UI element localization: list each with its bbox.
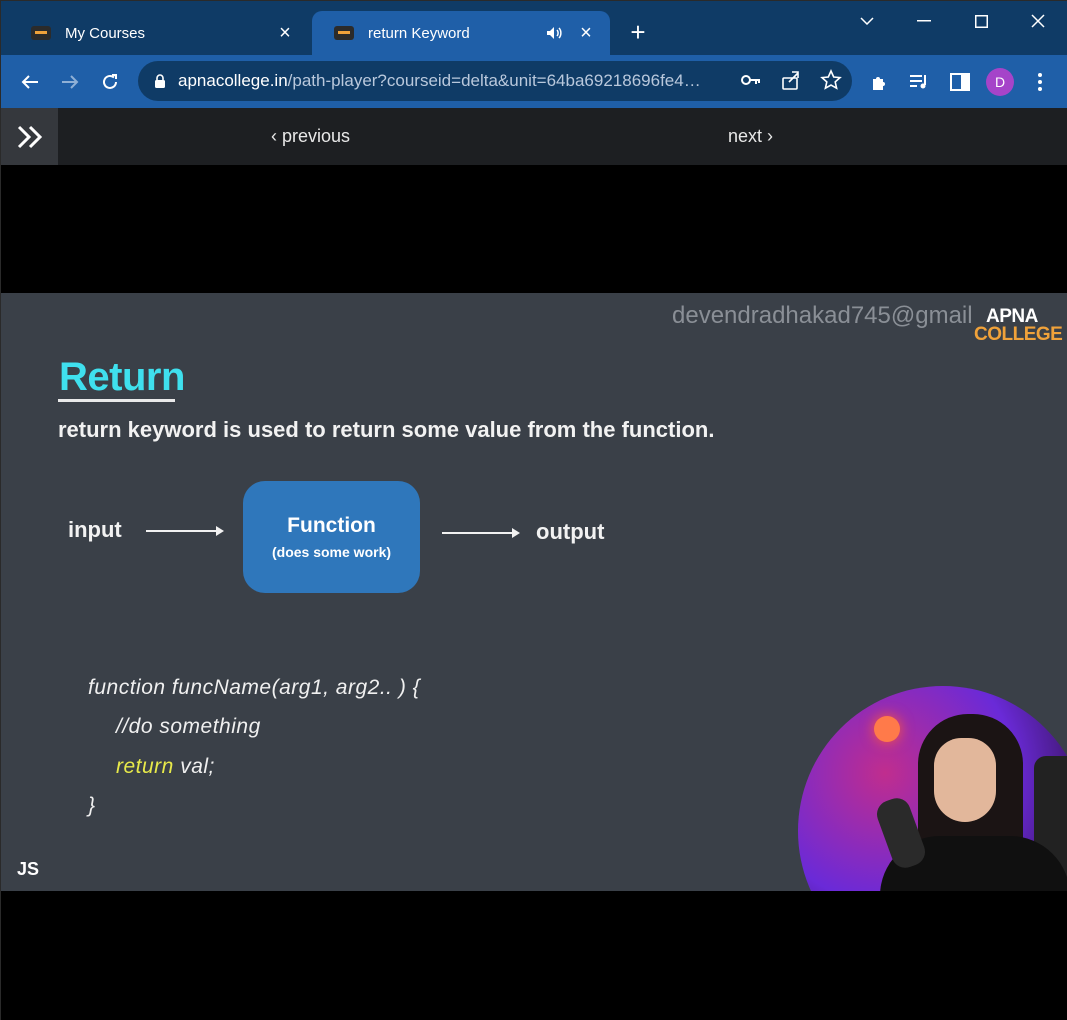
chevron-right-icon: ›: [762, 126, 774, 146]
arrow-right-icon: [442, 528, 520, 538]
tab-title: My Courses: [65, 24, 146, 42]
function-box-title: Function: [287, 514, 376, 537]
sidebar-toggle-button[interactable]: [1, 108, 58, 165]
extensions-puzzle-icon[interactable]: [865, 67, 895, 97]
tab-search-chevron-icon[interactable]: [852, 7, 882, 35]
function-box: Function (does some work): [243, 481, 420, 593]
tab-title: return Keyword: [368, 24, 470, 42]
more-menu-icon[interactable]: [1025, 67, 1055, 97]
forward-arrow-icon[interactable]: [55, 67, 85, 97]
media-controls-icon[interactable]: [905, 67, 935, 97]
function-box-subtitle: (does some work): [271, 544, 392, 560]
profile-avatar[interactable]: D: [986, 68, 1014, 96]
slide-title: Return: [59, 355, 185, 399]
new-tab-button[interactable]: +: [625, 19, 651, 45]
browser-toolbar: apnacollege.in/path-player?courseid=delt…: [1, 55, 1067, 108]
previous-label: previous: [282, 126, 351, 146]
browser-window: My Courses × return Keyword × + apnacoll…: [0, 0, 1067, 1020]
js-tag: JS: [17, 859, 40, 879]
bookmark-star-icon[interactable]: [820, 69, 842, 96]
double-chevron-right-icon: [17, 125, 42, 148]
side-panel-icon[interactable]: [945, 67, 975, 97]
code-value: val;: [173, 755, 215, 778]
previous-link[interactable]: ‹ previous: [271, 126, 350, 147]
code-line-4: }: [88, 794, 96, 817]
maximize-button[interactable]: [966, 7, 996, 35]
tab-strip: My Courses × return Keyword × +: [1, 1, 1067, 55]
instructor-webcam: [798, 686, 1067, 891]
code-keyword: return: [116, 755, 174, 778]
close-icon[interactable]: ×: [275, 22, 295, 44]
diagram-input-label: input: [68, 517, 122, 542]
apna-college-favicon-icon: [334, 26, 354, 40]
reload-icon[interactable]: [95, 67, 125, 97]
url-path: /path-player?courseid=delta&unit=64ba692…: [287, 71, 701, 90]
diagram-output-label: output: [536, 519, 605, 544]
lock-icon[interactable]: [154, 73, 166, 89]
course-navbar: ‹ previous next ›: [1, 108, 1067, 165]
next-link[interactable]: next ›: [728, 126, 773, 147]
code-line-1: function funcName(arg1, arg2.. ) {: [88, 676, 421, 699]
code-line-2: //do something: [116, 715, 261, 738]
apna-college-logo: APNA COLLEGE: [974, 306, 1063, 345]
chevron-left-icon: ‹: [271, 126, 282, 146]
tab-return-keyword[interactable]: return Keyword ×: [312, 11, 610, 55]
email-watermark: devendradhakad745@gmail: [672, 302, 973, 329]
title-underline: [58, 399, 175, 402]
speaker-icon[interactable]: [546, 26, 562, 40]
video-player[interactable]: devendradhakad745@gmail APNA COLLEGE Ret…: [1, 165, 1067, 1020]
code-line-3: return val;: [116, 755, 215, 779]
close-window-button[interactable]: [1023, 7, 1053, 35]
apna-college-favicon-icon: [31, 26, 51, 40]
url-domain: apnacollege.in: [178, 71, 288, 90]
address-bar[interactable]: apnacollege.in/path-player?courseid=delt…: [138, 61, 852, 101]
lecture-slide: devendradhakad745@gmail APNA COLLEGE Ret…: [1, 293, 1067, 891]
close-icon[interactable]: ×: [576, 22, 596, 44]
slide-subtitle: return keyword is used to return some va…: [58, 417, 715, 442]
arrow-right-icon: [146, 526, 224, 536]
tab-my-courses[interactable]: My Courses ×: [9, 11, 309, 55]
share-icon[interactable]: [780, 69, 802, 96]
back-arrow-icon[interactable]: [15, 67, 45, 97]
next-label: next: [728, 126, 763, 146]
key-icon[interactable]: [740, 69, 762, 96]
minimize-button[interactable]: [909, 7, 939, 35]
